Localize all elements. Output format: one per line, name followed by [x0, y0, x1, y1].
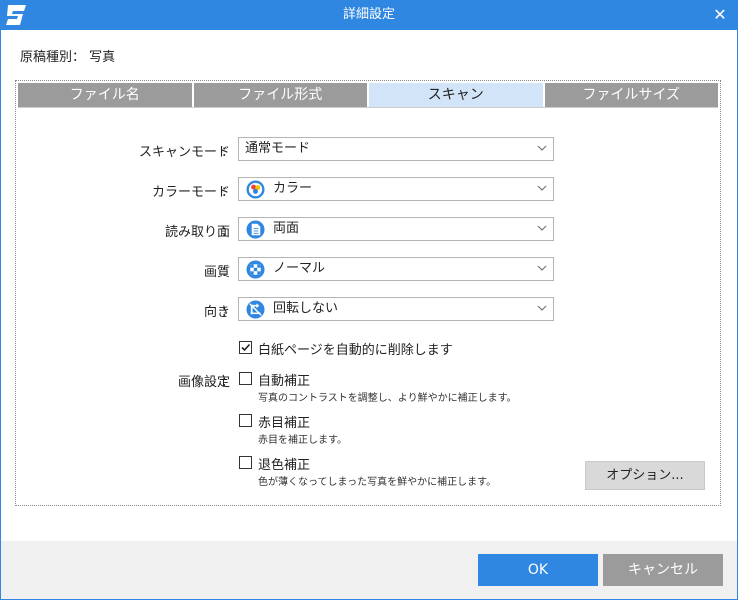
chevron-down-icon: [537, 305, 547, 311]
fade-correct-checkbox[interactable]: [239, 456, 252, 469]
auto-correct-checkbox[interactable]: [239, 372, 252, 385]
colon: ：: [221, 305, 235, 320]
quality-select[interactable]: ノーマル: [238, 257, 554, 281]
option-button[interactable]: オプション...: [585, 461, 705, 490]
color-mode-value: カラー: [273, 181, 313, 196]
color-mode-label: カラーモード: [151, 185, 230, 200]
scan-mode-label: スキャンモード: [138, 145, 230, 160]
colon: ：: [221, 225, 235, 240]
scan-side-value: 両面: [273, 221, 300, 236]
redeye-correct-checkbox[interactable]: [239, 414, 252, 427]
chevron-down-icon: [537, 145, 547, 151]
checkmark-icon: [241, 343, 251, 352]
tab-bar: ファイル名 ファイル形式 スキャン ファイルサイズ: [18, 83, 718, 107]
scan-mode-value: 通常モード: [245, 141, 311, 156]
cancel-button[interactable]: キャンセル: [603, 554, 723, 586]
colon: ：: [221, 185, 235, 200]
fade-correct-label: 退色補正: [258, 458, 311, 473]
scan-side-select[interactable]: 両面: [238, 217, 554, 241]
colon: ：: [221, 145, 235, 160]
auto-correct-description: 写真のコントラストを調整し、より鮮やかに補正します。: [258, 393, 517, 404]
tab-divider: [18, 107, 718, 108]
colon: ：: [221, 265, 235, 280]
chevron-down-icon: [537, 185, 547, 191]
no-rotate-icon: [246, 300, 265, 319]
color-palette-icon: [246, 180, 265, 199]
chevron-down-icon: [537, 225, 547, 231]
title-bar: 詳細設定 ✕: [0, 0, 738, 30]
quality-value: ノーマル: [273, 261, 326, 276]
redeye-correct-description: 赤目を補正します。: [258, 435, 347, 446]
auto-correct-label: 自動補正: [258, 374, 311, 389]
blank-page-label: 白紙ページを自動的に削除します: [258, 343, 453, 358]
blank-page-checkbox[interactable]: [239, 341, 252, 354]
tab-scan[interactable]: スキャン: [369, 83, 543, 107]
scan-mode-select[interactable]: 通常モード: [238, 137, 554, 161]
tab-file-size[interactable]: ファイルサイズ: [544, 83, 718, 107]
fade-correct-description: 色が薄くなってしまった写真を鮮やかに補正します。: [258, 477, 497, 488]
close-button[interactable]: ✕: [708, 3, 732, 27]
tab-file-format[interactable]: ファイル形式: [193, 83, 367, 107]
colon: ：: [221, 375, 235, 390]
orientation-value: 回転しない: [273, 301, 339, 316]
redeye-correct-label: 赤目補正: [258, 416, 311, 431]
orientation-select[interactable]: 回転しない: [238, 297, 554, 321]
chevron-down-icon: [537, 265, 547, 271]
quality-grid-icon: [246, 260, 265, 279]
tab-file-name[interactable]: ファイル名: [18, 83, 192, 107]
window-title: 詳細設定: [342, 7, 395, 22]
color-mode-select[interactable]: カラー: [238, 177, 554, 201]
ok-button[interactable]: OK: [478, 554, 598, 586]
document-type-label: 原稿種別： 写真: [20, 50, 116, 65]
duplex-page-icon: [246, 220, 265, 239]
